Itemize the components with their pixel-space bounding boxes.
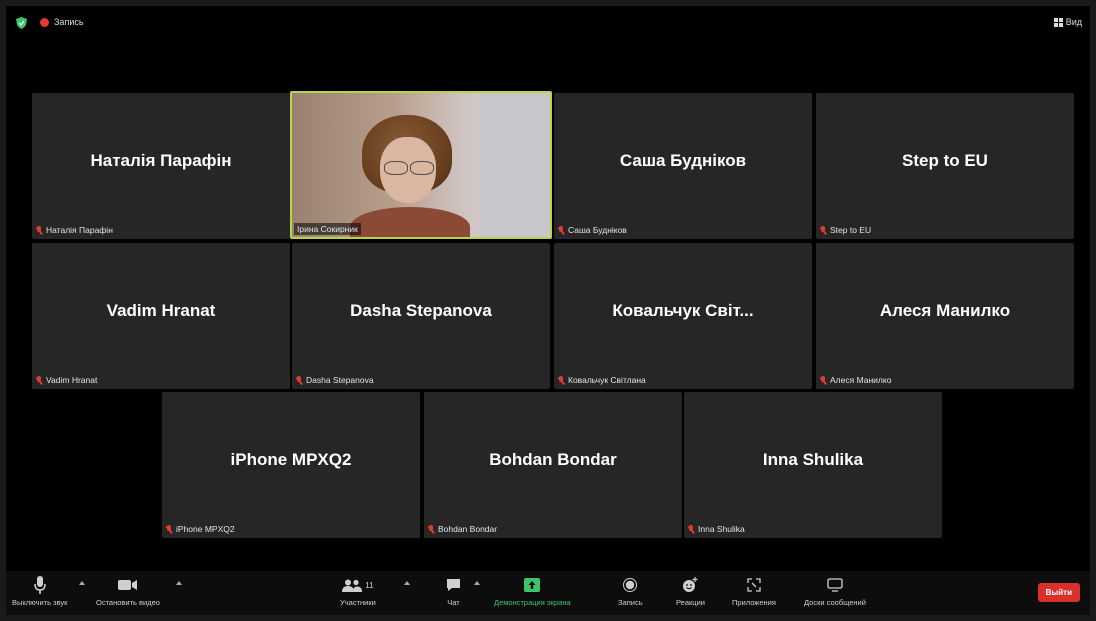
view-button[interactable]: Вид: [1053, 17, 1082, 27]
participant-tile-active-speaker[interactable]: Ірина Сокирник: [290, 91, 552, 239]
participant-name-tag: Наталія Парафін: [36, 225, 113, 235]
participant-name-tag: Step to EU: [820, 225, 871, 235]
participants-icon: [342, 579, 363, 592]
participant-tag-label: Ковальчук Світлана: [568, 375, 646, 385]
mic-muted-icon: [688, 524, 694, 534]
mic-muted-icon: [36, 225, 42, 235]
participant-display-name: Bohdan Bondar: [489, 450, 617, 469]
share-screen-icon: [524, 578, 541, 592]
participant-tag-label: Step to EU: [830, 225, 872, 235]
participant-name-tag: Dasha Stepanova: [296, 375, 374, 385]
mute-button[interactable]: Выключить звук: [12, 575, 67, 607]
participant-tag-label: Саша Будніков: [568, 225, 627, 235]
apps-icon: [747, 578, 761, 592]
share-screen-label: Демонстрация экрана: [494, 598, 571, 607]
grid-view-icon: [1053, 17, 1063, 27]
chat-button[interactable]: Чат: [446, 575, 461, 607]
participant-video-person: [350, 115, 470, 237]
reactions-label: Реакции: [676, 598, 705, 607]
participant-tile[interactable]: Dasha Stepanova Dasha Stepanova: [292, 243, 550, 389]
recording-label[interactable]: Запись: [54, 17, 84, 27]
participant-tag-label: Ірина Сокирник: [297, 224, 358, 234]
participant-display-name: Inna Shulika: [762, 450, 864, 469]
mic-muted-icon: [820, 375, 826, 385]
participant-display-name: iPhone MPXQ2: [230, 450, 352, 469]
leave-button[interactable]: Выйти: [1037, 583, 1080, 602]
mic-muted-icon: [558, 225, 564, 235]
participant-display-name: Алеся Манилко: [879, 301, 1011, 320]
participants-label: Участники: [340, 598, 376, 607]
whiteboards-label: Доски сообщений: [804, 598, 866, 607]
meeting-toolbar: Выключить звук Остановить видео 11 Участ…: [6, 571, 1090, 615]
participant-name-tag: Алеся Манилко: [820, 375, 891, 385]
participants-options-caret[interactable]: [404, 581, 410, 585]
stop-video-button[interactable]: Остановить видео: [96, 575, 160, 607]
apps-label: Приложения: [732, 598, 776, 607]
whiteboard-icon: [827, 578, 843, 592]
participant-display-name: Саша Будніков: [619, 151, 747, 170]
mic-muted-icon: [558, 375, 564, 385]
chat-icon: [447, 579, 460, 591]
reactions-icon: [683, 577, 698, 592]
participants-button[interactable]: 11 Участники: [340, 575, 376, 607]
participant-tile[interactable]: Алеся Манилко Алеся Манилко: [816, 243, 1074, 389]
top-bar: Запись Вид: [6, 6, 1090, 36]
video-camera-icon: [117, 580, 137, 590]
mic-muted-icon: [428, 524, 434, 534]
participant-display-name: Vadim Hranat: [106, 301, 216, 320]
mic-muted-icon: [296, 375, 302, 385]
chat-label: Чат: [447, 598, 460, 607]
participant-name-tag: Ірина Сокирник: [294, 223, 361, 235]
participant-display-name: Наталія Парафін: [90, 151, 232, 170]
record-label: Запись: [618, 598, 643, 607]
participant-display-name: Step to EU: [902, 151, 988, 170]
share-screen-button[interactable]: Демонстрация экрана: [494, 575, 571, 607]
participant-tile[interactable]: Наталія Парафін Наталія Парафін: [32, 93, 290, 239]
participant-tile[interactable]: Step to EU Step to EU: [816, 93, 1074, 239]
mic-muted-icon: [820, 225, 826, 235]
participant-tag-label: Алеся Манилко: [830, 375, 892, 385]
record-icon: [623, 578, 638, 592]
participant-tag-label: Vadim Hranat: [46, 375, 98, 385]
participant-display-name: Dasha Stepanova: [350, 301, 492, 320]
microphone-icon: [33, 576, 46, 594]
participant-name-tag: Ковальчук Світлана: [558, 375, 646, 385]
record-button[interactable]: Запись: [618, 575, 643, 607]
whiteboards-button[interactable]: Доски сообщений: [804, 575, 866, 607]
participant-display-name: Ковальчук Світ...: [612, 301, 754, 320]
mute-label: Выключить звук: [12, 598, 68, 607]
view-label: Вид: [1065, 17, 1082, 27]
participant-name-tag: Inna Shulika: [688, 524, 745, 534]
apps-button[interactable]: Приложения: [732, 575, 776, 607]
shield-icon[interactable]: [16, 17, 27, 29]
meeting-window: Запись Вид Наталія Парафін Наталія Параф…: [6, 6, 1090, 615]
reactions-button[interactable]: Реакции: [676, 575, 705, 607]
participant-tag-label: Наталія Парафін: [46, 225, 113, 235]
participant-tile[interactable]: Ковальчук Світ... Ковальчук Світлана: [554, 243, 812, 389]
video-options-caret[interactable]: [176, 581, 182, 585]
participant-name-tag: Саша Будніков: [558, 225, 627, 235]
participant-name-tag: Bohdan Bondar: [428, 524, 497, 534]
participant-tile[interactable]: Саша Будніков Саша Будніков: [554, 93, 812, 239]
participant-tag-label: Inna Shulika: [698, 524, 745, 534]
participant-tile[interactable]: iPhone MPXQ2 iPhone MPXQ2: [162, 392, 420, 538]
participants-count: 11: [365, 580, 374, 590]
participant-tile[interactable]: Inna Shulika Inna Shulika: [684, 392, 942, 538]
participant-video: [292, 93, 550, 237]
mic-muted-icon: [166, 524, 172, 534]
participant-tag-label: iPhone MPXQ2: [176, 524, 235, 534]
participant-tag-label: Bohdan Bondar: [438, 524, 498, 534]
record-dot-icon: [40, 18, 49, 27]
audio-options-caret[interactable]: [79, 581, 85, 585]
mic-muted-icon: [36, 375, 42, 385]
participant-name-tag: iPhone MPXQ2: [166, 524, 235, 534]
participant-tile[interactable]: Bohdan Bondar Bohdan Bondar: [424, 392, 682, 538]
stop-video-label: Остановить видео: [96, 598, 160, 607]
participant-name-tag: Vadim Hranat: [36, 375, 97, 385]
participant-tag-label: Dasha Stepanova: [306, 375, 374, 385]
participant-tile[interactable]: Vadim Hranat Vadim Hranat: [32, 243, 290, 389]
chat-options-caret[interactable]: [474, 581, 480, 585]
